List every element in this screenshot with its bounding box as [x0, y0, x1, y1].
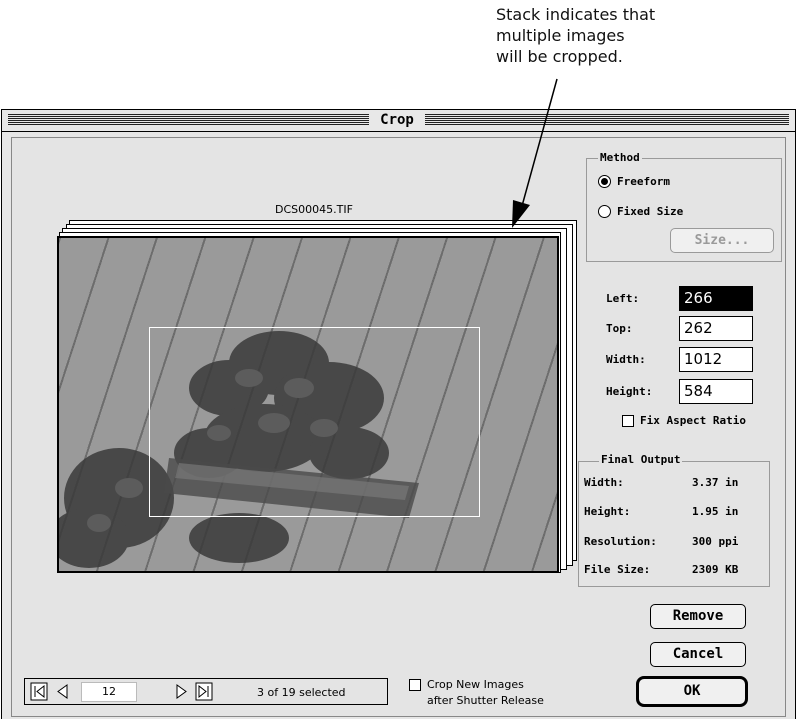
final-output-label: Final Output [599, 453, 683, 466]
page-number-field[interactable]: 12 [81, 682, 137, 702]
freeform-radio[interactable] [598, 175, 611, 188]
fixed-size-label: Fixed Size [617, 205, 684, 218]
left-label: Left: [606, 292, 640, 305]
size-button[interactable]: Size... [670, 228, 774, 253]
output-resolution-value: 300 ppi [692, 535, 739, 548]
first-image-icon[interactable] [30, 682, 48, 701]
crop-new-images-label-2: after Shutter Release [427, 694, 544, 707]
image-navigation-bar: 12 3 of 19 selected [24, 678, 388, 705]
fixed-size-radio[interactable] [598, 205, 611, 218]
output-filesize-value: 2309 KB [692, 563, 739, 576]
previous-image-icon[interactable] [53, 682, 71, 701]
freeform-label: Freeform [617, 175, 670, 188]
crop-rectangle[interactable] [149, 327, 480, 517]
height-field[interactable]: 584 [679, 379, 753, 404]
output-width-label: Width: [584, 476, 624, 489]
width-field[interactable]: 1012 [679, 347, 753, 372]
width-label: Width: [606, 353, 646, 366]
cancel-button[interactable]: Cancel [650, 642, 746, 667]
left-field[interactable]: 266 [679, 286, 753, 311]
top-label: Top: [606, 322, 633, 335]
callout-line-3: will be cropped. [496, 47, 623, 66]
output-width-value: 3.37 in [692, 476, 739, 489]
output-filesize-row: File Size: 2309 KB [584, 563, 764, 576]
output-width-row: Width: 3.37 in [584, 476, 764, 489]
method-group-label: Method [598, 151, 642, 164]
output-resolution-label: Resolution: [584, 535, 657, 548]
output-filesize-label: File Size: [584, 563, 651, 576]
radio-selected-dot [601, 178, 608, 185]
window-title: Crop [369, 112, 425, 129]
height-label: Height: [606, 385, 653, 398]
crop-new-images-label-1: Crop New Images [427, 678, 524, 691]
callout-line-2: multiple images [496, 26, 625, 45]
fixed-size-radio-row[interactable]: Fixed Size [598, 205, 683, 218]
output-height-row: Height: 1.95 in [584, 505, 764, 518]
remove-button[interactable]: Remove [650, 604, 746, 629]
fix-aspect-ratio-label: Fix Aspect Ratio [640, 414, 746, 427]
output-height-label: Height: [584, 505, 631, 518]
ok-button[interactable]: OK [636, 676, 748, 707]
next-image-icon[interactable] [173, 682, 191, 701]
callout-annotation: Stack indicates that multiple images wil… [496, 4, 696, 67]
output-height-value: 1.95 in [692, 505, 739, 518]
preview-filename: DCS00045.TIF [275, 203, 353, 216]
fix-aspect-ratio-row[interactable]: Fix Aspect Ratio [622, 414, 746, 427]
fix-aspect-ratio-checkbox[interactable] [622, 414, 634, 427]
output-resolution-row: Resolution: 300 ppi [584, 535, 764, 548]
top-field[interactable]: 262 [679, 316, 753, 341]
title-bar[interactable]: Crop [2, 110, 795, 132]
selection-info: 3 of 19 selected [257, 686, 346, 699]
callout-line-1: Stack indicates that [496, 5, 656, 24]
freeform-radio-row[interactable]: Freeform [598, 175, 670, 188]
last-image-icon[interactable] [195, 682, 213, 701]
crop-new-images-checkbox[interactable] [409, 679, 421, 691]
